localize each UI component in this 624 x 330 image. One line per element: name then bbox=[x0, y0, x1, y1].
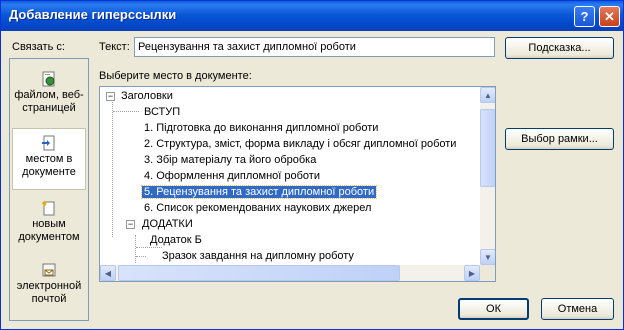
link-file-web-label: файлом, веб-страницей bbox=[14, 89, 84, 114]
link-email[interactable]: электронной почтой bbox=[12, 256, 86, 318]
hint-button[interactable]: Подсказка... bbox=[505, 37, 614, 59]
tree-item-label: ВСТУП bbox=[144, 106, 181, 118]
document-place-tree[interactable]: − Заголовки ВСТУП 1. Підготовка до викон… bbox=[99, 86, 496, 282]
tree-connector bbox=[136, 256, 146, 257]
link-file-web[interactable]: файлом, веб-страницей bbox=[12, 65, 86, 127]
ok-button[interactable]: ОК bbox=[458, 298, 529, 320]
tree-item-headings[interactable]: − Заголовки bbox=[104, 88, 173, 104]
link-document-place-label: местом в документе bbox=[22, 153, 76, 178]
tree-item-label: Зразок завдання на дипломну роботу bbox=[162, 250, 354, 262]
tree-item[interactable]: ВСТУП bbox=[144, 104, 180, 120]
tree-item-label: 1. Підготовка до виконання дипломної роб… bbox=[144, 122, 379, 134]
email-icon bbox=[42, 263, 56, 277]
link-with-bar: файлом, веб-страницей местом в документе… bbox=[9, 58, 89, 321]
link-document-place[interactable]: местом в документе bbox=[12, 128, 86, 190]
tree-item-label: 5. Рецензування та захист дипломної робо… bbox=[140, 185, 378, 199]
dialog-title: Добавление гиперссылки bbox=[9, 7, 177, 22]
tree-connector bbox=[113, 111, 139, 112]
tree-item-label: Додаток Б bbox=[150, 234, 202, 246]
tree-item-selected[interactable]: 5. Рецензування та захист дипломної робо… bbox=[140, 184, 378, 200]
tree-connector bbox=[135, 235, 136, 263]
document-place-icon bbox=[42, 135, 55, 151]
tree-item-label: ДОДАТКИ bbox=[142, 218, 193, 230]
select-frame-button[interactable]: Выбор рамки... bbox=[505, 128, 614, 150]
tree-item[interactable]: 4. Оформлення дипломної роботи bbox=[144, 168, 320, 184]
vertical-scroll-thumb[interactable] bbox=[480, 109, 495, 187]
tree-item[interactable]: 3. Збір матеріалу та його обробка bbox=[144, 152, 316, 168]
scroll-up-icon[interactable]: ▲ bbox=[480, 87, 495, 103]
tree-item-label: 2. Структура, зміст, форма викладу і обс… bbox=[144, 138, 457, 150]
tree-item-label: 4. Оформлення дипломної роботи bbox=[144, 170, 320, 182]
tree-item[interactable]: 2. Структура, зміст, форма викладу і обс… bbox=[144, 136, 456, 152]
collapse-icon[interactable]: − bbox=[126, 220, 135, 229]
tree-item[interactable]: Зразок завдання на дипломну роботу bbox=[162, 248, 354, 264]
tree-connector bbox=[112, 99, 113, 237]
tree-item-label: 6. Список рекомендованих наукових джерел bbox=[144, 202, 372, 214]
tree-item[interactable]: 6. Список рекомендованих наукових джерел bbox=[144, 200, 371, 216]
link-new-document-label: новым документом bbox=[18, 218, 80, 243]
close-button[interactable]: ✕ bbox=[599, 6, 620, 27]
scroll-right-icon[interactable]: ▶ bbox=[464, 265, 480, 281]
scroll-down-icon[interactable]: ▼ bbox=[480, 249, 495, 265]
link-email-label: электронной почтой bbox=[16, 280, 82, 305]
text-input[interactable] bbox=[134, 37, 495, 57]
horizontal-scrollbar[interactable]: ◀ ▶ bbox=[100, 265, 480, 281]
tree-item-label: Заголовки bbox=[121, 90, 173, 102]
scroll-corner bbox=[480, 265, 495, 281]
cancel-button[interactable]: Отмена bbox=[541, 298, 614, 320]
link-with-label: Связать с: bbox=[12, 41, 65, 53]
hyperlink-dialog: Добавление гиперссылки ? ✕ Связать с: фа… bbox=[0, 0, 624, 330]
collapse-icon[interactable]: − bbox=[106, 92, 115, 101]
tree-item-appendices[interactable]: − ДОДАТКИ bbox=[126, 216, 193, 232]
tree-item-label: 3. Збір матеріалу та його обробка bbox=[144, 154, 317, 166]
scroll-left-icon[interactable]: ◀ bbox=[100, 265, 116, 281]
help-button[interactable]: ? bbox=[574, 6, 595, 27]
text-label: Текст: bbox=[99, 41, 130, 53]
place-label: Выберите место в документе: bbox=[99, 70, 252, 82]
link-new-document[interactable]: новым документом bbox=[12, 194, 86, 256]
tree-item[interactable]: 1. Підготовка до виконання дипломної роб… bbox=[144, 120, 378, 136]
vertical-scrollbar[interactable]: ▲ ▼ bbox=[480, 87, 495, 265]
tree-item[interactable]: Додаток Б bbox=[150, 232, 202, 248]
new-document-icon bbox=[41, 200, 55, 216]
file-web-icon bbox=[42, 71, 55, 87]
horizontal-scroll-thumb[interactable] bbox=[118, 265, 400, 281]
title-bar[interactable]: Добавление гиперссылки ? ✕ bbox=[1, 1, 623, 31]
